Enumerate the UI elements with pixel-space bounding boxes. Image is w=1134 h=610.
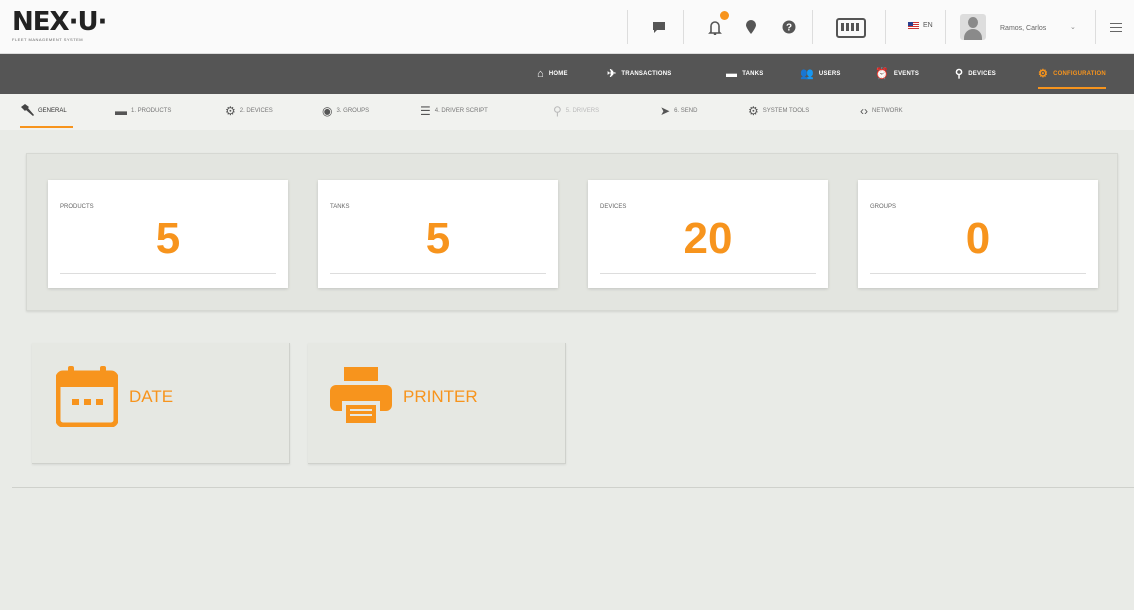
nav-label: CONFIGURATION bbox=[1053, 71, 1106, 77]
separator bbox=[885, 10, 886, 44]
separator bbox=[945, 10, 946, 44]
tab-groups[interactable]: ◉ 3. GROUPS bbox=[322, 94, 369, 128]
tab-devices[interactable]: ⚙ 2. DEVICES bbox=[225, 94, 273, 128]
tab-label: 1. PRODUCTS bbox=[131, 108, 172, 114]
send-icon: ➤ bbox=[660, 104, 671, 118]
stat-card-devices: DEVICES 20 bbox=[588, 180, 828, 288]
stat-value: 5 bbox=[155, 214, 181, 263]
users-icon: 👥 bbox=[800, 67, 814, 80]
product-icon: ▬ bbox=[115, 104, 127, 118]
divider bbox=[60, 273, 276, 274]
chat-icon[interactable] bbox=[647, 15, 671, 39]
date-tile[interactable]: DATE bbox=[32, 343, 290, 464]
home-icon: ⌂ bbox=[537, 67, 544, 80]
nav-label: HOME bbox=[548, 71, 568, 77]
location-pin-icon[interactable] bbox=[739, 15, 763, 39]
tab-label: 2. DEVICES bbox=[239, 108, 273, 114]
stat-label: TANKS bbox=[330, 204, 350, 210]
tab-network[interactable]: ‹› NETWORK bbox=[860, 94, 903, 128]
tab-label: SYSTEM TOOLS bbox=[762, 108, 810, 114]
tools-gear-icon: ⚙ bbox=[748, 104, 759, 118]
stat-card-tanks: TANKS 5 bbox=[318, 180, 558, 288]
devices-icon: ⚙ bbox=[225, 104, 236, 118]
nav-tanks[interactable]: ▬ TANKS bbox=[726, 54, 763, 94]
stat-card-groups: GROUPS 0 bbox=[858, 180, 1098, 288]
tab-system-tools[interactable]: ⚙ SYSTEM TOOLS bbox=[748, 94, 809, 128]
stat-card-products: PRODUCTS 5 bbox=[48, 180, 288, 288]
chevron-down-icon[interactable]: ⌄ bbox=[1070, 23, 1076, 31]
gear-icon: ⚙ bbox=[1038, 67, 1049, 80]
notification-badge bbox=[720, 11, 729, 20]
content-divider bbox=[12, 487, 1134, 488]
top-bar: NEX·U· FLEET MANAGEMENT SYSTEM ? EN Ramo… bbox=[0, 0, 1134, 54]
tab-label: 4. DRIVER SCRIPT bbox=[434, 108, 488, 114]
tile-label: DATE bbox=[129, 387, 174, 406]
printer-icon bbox=[328, 365, 394, 430]
nav-label: DEVICES bbox=[968, 71, 997, 77]
tab-label: 6. SEND bbox=[674, 108, 698, 114]
flag-icon bbox=[908, 22, 919, 29]
nav-configuration[interactable]: ⚙ CONFIGURATION bbox=[1038, 54, 1106, 94]
nav-events[interactable]: ⏰ EVENTS bbox=[875, 54, 919, 94]
separator bbox=[1095, 10, 1096, 44]
tab-label: 5. DRIVERS bbox=[565, 108, 600, 114]
nav-label: TANKS bbox=[742, 71, 764, 77]
logo[interactable]: NEX·U· FLEET MANAGEMENT SYSTEM bbox=[12, 8, 132, 48]
tab-drivers[interactable]: ⚲ 5. DRIVERS bbox=[553, 94, 599, 128]
nav-label: USERS bbox=[818, 71, 841, 77]
wrench-icon bbox=[20, 103, 34, 119]
stat-label: GROUPS bbox=[870, 204, 897, 210]
tab-send[interactable]: ➤ 6. SEND bbox=[660, 94, 697, 128]
groups-icon: ◉ bbox=[322, 104, 333, 118]
stat-value: 0 bbox=[965, 214, 991, 263]
svg-text:?: ? bbox=[786, 23, 792, 34]
tab-label: 3. GROUPS bbox=[336, 108, 370, 114]
stat-label: PRODUCTS bbox=[60, 204, 94, 210]
nav-users[interactable]: 👥 USERS bbox=[800, 54, 841, 94]
main-nav: ⌂ HOME ✈ TRANSACTIONS ▬ TANKS 👥 USERS ⏰ … bbox=[0, 54, 1134, 94]
keyboard-icon[interactable] bbox=[836, 18, 866, 38]
nav-transactions[interactable]: ✈ TRANSACTIONS bbox=[607, 54, 672, 94]
nav-home[interactable]: ⌂ HOME bbox=[537, 54, 568, 94]
tab-label: GENERAL bbox=[38, 108, 67, 114]
stat-value: 20 bbox=[683, 214, 733, 263]
network-icon: ‹› bbox=[860, 104, 868, 118]
nav-label: EVENTS bbox=[893, 71, 920, 77]
plane-icon: ✈ bbox=[607, 67, 617, 80]
user-name[interactable]: Ramos, Carlos bbox=[1000, 25, 1046, 32]
language-selector[interactable]: EN bbox=[908, 22, 933, 29]
language-code: EN bbox=[923, 22, 933, 29]
tab-label: NETWORK bbox=[872, 108, 903, 114]
stat-label: DEVICES bbox=[600, 204, 627, 210]
device-icon: ⚲ bbox=[955, 67, 964, 80]
divider bbox=[330, 273, 546, 274]
notifications-icon[interactable] bbox=[703, 11, 729, 39]
nav-devices[interactable]: ⚲ DEVICES bbox=[955, 54, 996, 94]
tile-label: PRINTER bbox=[403, 387, 478, 406]
nav-label: TRANSACTIONS bbox=[621, 71, 672, 77]
avatar[interactable] bbox=[960, 14, 986, 40]
separator bbox=[627, 10, 628, 44]
tab-driver-script[interactable]: ☰ 4. DRIVER SCRIPT bbox=[420, 94, 488, 128]
divider bbox=[870, 273, 1086, 274]
printer-tile[interactable]: PRINTER bbox=[308, 343, 566, 464]
tab-general[interactable]: GENERAL bbox=[20, 94, 73, 128]
tab-products[interactable]: ▬ 1. PRODUCTS bbox=[115, 94, 171, 128]
tank-icon: ▬ bbox=[726, 67, 738, 80]
drivers-icon: ⚲ bbox=[553, 104, 562, 118]
logo-subtitle: FLEET MANAGEMENT SYSTEM bbox=[12, 37, 84, 42]
calendar-icon bbox=[55, 365, 119, 432]
logo-text: NEX·U· bbox=[12, 7, 107, 37]
script-icon: ☰ bbox=[420, 104, 431, 118]
divider bbox=[600, 273, 816, 274]
help-icon[interactable]: ? bbox=[777, 15, 801, 39]
sub-nav: GENERAL ▬ 1. PRODUCTS ⚙ 2. DEVICES ◉ 3. … bbox=[0, 94, 1134, 130]
alarm-icon: ⏰ bbox=[875, 67, 889, 80]
separator bbox=[812, 10, 813, 44]
menu-icon[interactable] bbox=[1110, 23, 1122, 32]
separator bbox=[683, 10, 684, 44]
stat-value: 5 bbox=[425, 214, 451, 263]
